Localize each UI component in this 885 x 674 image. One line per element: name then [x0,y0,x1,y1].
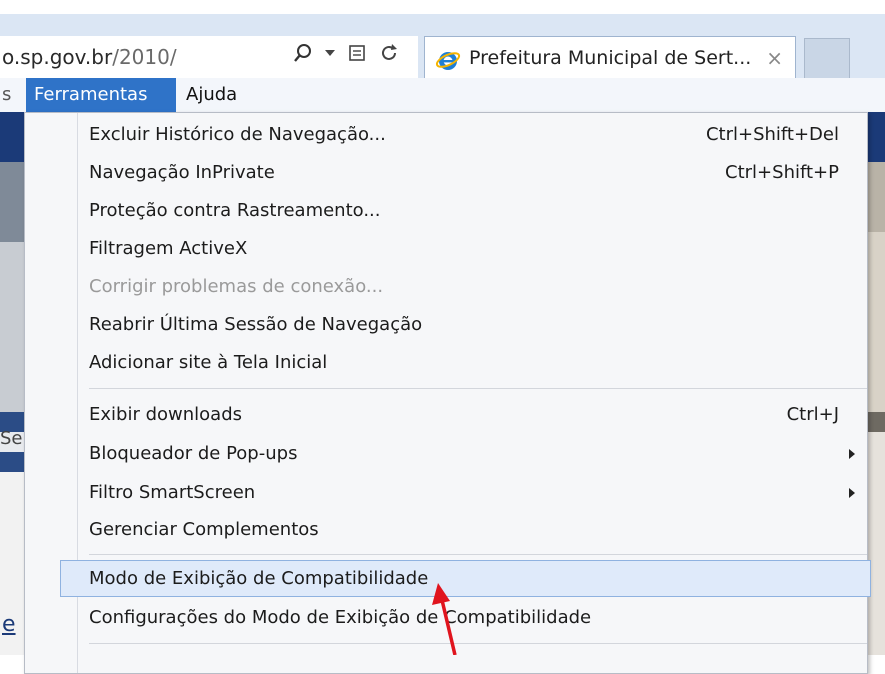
menu-item-corrigir-conexao: Corrigir problemas de conexão... [89,276,384,297]
menu-separator [89,643,867,644]
tab-title: Prefeitura Municipal de Sert... [469,47,752,69]
page-link-fragment[interactable]: e [2,612,16,637]
menu-item-excluir-historico[interactable]: Excluir Histórico de Navegação... Ctrl+S… [25,116,867,154]
menu-ferramentas[interactable]: Ferramentas [26,78,176,112]
menu-separator [89,554,867,555]
menu-item-exibir-downloads[interactable]: Exibir downloads Ctrl+J [25,396,867,434]
address-bar[interactable]: o.sp.gov.br/2010/ [0,36,418,81]
tools-menu: Excluir Histórico de Navegação... Ctrl+S… [24,112,871,674]
menu-item-modo-compatibilidade[interactable]: Modo de Exibição de Compatibilidade [25,559,871,597]
menu-bar: s Ferramentas Ajuda [0,78,885,113]
menu-item-filtragem-activex[interactable]: Filtragem ActiveX [25,230,867,268]
menu-item-configuracoes-compatibilidade[interactable]: Configurações do Modo de Exibição de Com… [25,599,867,637]
address-url[interactable]: o.sp.gov.br/2010/ [2,45,177,69]
browser-toolbar: o.sp.gov.br/2010/ Prefeitura Municipal d… [0,14,885,82]
menu-item-bloqueador-popups[interactable]: Bloqueador de Pop-ups [25,435,867,473]
submenu-arrow-icon [849,488,855,498]
internet-explorer-icon [435,47,461,73]
compatibility-view-icon[interactable] [346,42,368,64]
menu-item-adicionar-tela-inicial[interactable]: Adicionar site à Tela Inicial [25,344,867,382]
browser-tab[interactable]: Prefeitura Municipal de Sert... × [424,36,796,81]
menu-bar-partial-item[interactable]: s [0,78,13,112]
new-tab-button[interactable] [804,38,850,82]
address-controls [292,42,400,64]
menu-separator [89,388,867,389]
menu-item-inprivate[interactable]: Navegação InPrivate Ctrl+Shift+P [25,154,867,192]
search-icon[interactable] [292,42,314,64]
menu-item-gerenciar-complementos[interactable]: Gerenciar Complementos [25,511,867,549]
submenu-arrow-icon [849,449,855,459]
menu-ajuda[interactable]: Ajuda [178,78,245,112]
menu-item-filtro-smartscreen[interactable]: Filtro SmartScreen [25,474,867,512]
top-edge-strip [0,0,885,14]
dropdown-chevron-icon[interactable] [324,47,336,59]
refresh-icon[interactable] [378,42,400,64]
tab-close-icon[interactable]: × [766,46,783,70]
menu-item-reabrir-sessao[interactable]: Reabrir Última Sessão de Navegação [25,306,867,344]
page-left-edge [0,112,24,655]
page-text-fragment: Se [0,428,23,449]
menu-item-protecao-rastreamento[interactable]: Proteção contra Rastreamento... [25,192,867,230]
